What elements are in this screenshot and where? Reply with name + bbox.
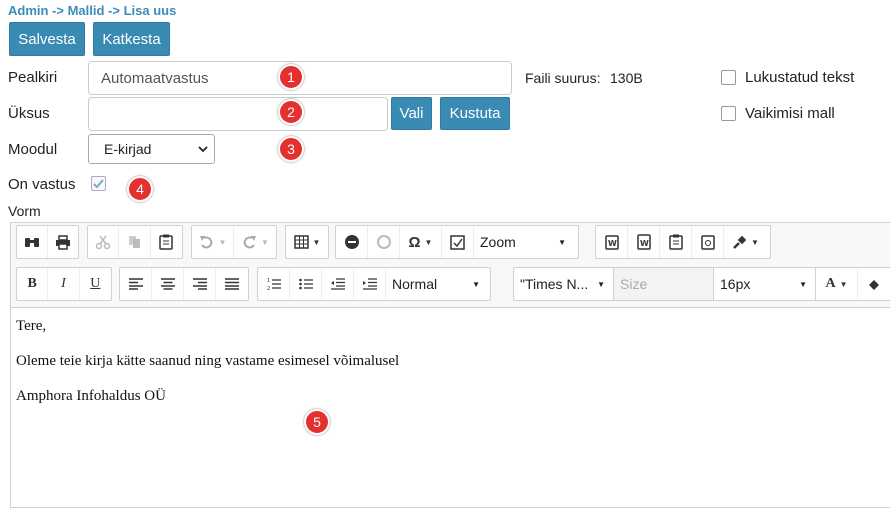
rich-text-editor[interactable]: ▼ ▼ ▼ Ω ▼ Zoom ▼ W W ▼ B I U 1 2 Normal … <box>10 222 890 508</box>
save-button[interactable]: Salvesta <box>9 22 85 56</box>
special-char-icon[interactable]: Ω ▼ <box>400 226 442 258</box>
bullet-list-icon[interactable] <box>290 268 322 300</box>
check-icon <box>93 179 104 189</box>
find-icon[interactable] <box>17 226 48 258</box>
annotation-badge-2: 2 <box>278 99 304 125</box>
background-color-icon[interactable] <box>858 268 890 300</box>
editor-line-body: Oleme teie kirja kätte saanud ning vasta… <box>16 353 400 369</box>
redo-icon[interactable]: ▼ <box>234 226 276 258</box>
align-left-icon[interactable] <box>120 268 152 300</box>
indent-icon[interactable] <box>354 268 386 300</box>
undo-icon[interactable]: ▼ <box>192 226 234 258</box>
cancel-button[interactable]: Katkesta <box>93 22 170 56</box>
annotation-badge-5: 5 <box>304 409 330 435</box>
svg-text:W: W <box>640 239 649 248</box>
chevron-down-icon: ▼ <box>799 280 807 289</box>
module-select[interactable]: E-kirjad <box>88 134 215 164</box>
annotation-badge-3: 3 <box>278 136 304 162</box>
editor-toolbar-top: ▼ ▼ ▼ Ω ▼ Zoom ▼ W W ▼ <box>11 223 890 266</box>
clipboard-icon[interactable] <box>692 226 724 258</box>
font-size-select[interactable]: 16px ▼ <box>714 268 816 300</box>
editor-content[interactable]: Tere, Oleme teie kirja kätte saanud ning… <box>16 318 399 423</box>
form-label: Vorm <box>8 203 41 219</box>
is-reply-checkbox[interactable] <box>91 176 106 191</box>
outdent-icon[interactable] <box>322 268 354 300</box>
bold-icon[interactable]: B <box>17 268 49 300</box>
link-icon[interactable] <box>336 226 368 258</box>
print-icon[interactable] <box>48 226 78 258</box>
delete-unit-button[interactable]: Kustuta <box>440 97 510 130</box>
zoom-select[interactable]: Zoom ▼ <box>474 226 574 258</box>
paste-word-alt-icon[interactable]: W <box>628 226 660 258</box>
is-reply-label: On vastus <box>8 176 76 193</box>
module-label: Moodul <box>8 141 58 158</box>
module-select-value: E-kirjad <box>104 141 152 157</box>
svg-text:1: 1 <box>267 278 270 284</box>
file-size-value: 130B <box>610 70 643 86</box>
paste-icon[interactable] <box>151 226 182 258</box>
cut-icon[interactable] <box>88 226 120 258</box>
editor-toolbar-bottom: B I U 12 Normal ▼ "Times N... ▼ Size 16p… <box>11 265 890 308</box>
copy-icon[interactable] <box>119 226 151 258</box>
text-color-icon[interactable]: A ▼ <box>816 268 858 300</box>
font-family-select[interactable]: "Times N... ▼ <box>514 268 614 300</box>
locked-text-label: Lukustatud tekst <box>745 69 855 86</box>
annotation-badge-1: 1 <box>278 64 304 90</box>
breadcrumb[interactable]: Admin -> Mallid -> Lisa uus <box>8 3 176 18</box>
locked-text-checkbox[interactable] <box>721 70 736 85</box>
paste-text-icon[interactable] <box>660 226 692 258</box>
table-icon[interactable]: ▼ <box>286 226 328 258</box>
default-template-checkbox[interactable] <box>721 106 736 121</box>
unit-label: Üksus <box>8 105 50 122</box>
default-template-label: Vaikimisi mall <box>745 105 835 122</box>
align-justify-icon[interactable] <box>216 268 248 300</box>
chevron-down-icon: ▼ <box>597 280 605 289</box>
align-right-icon[interactable] <box>184 268 216 300</box>
chevron-down-icon <box>198 144 208 156</box>
image-icon[interactable] <box>442 226 474 258</box>
file-size-label: Faili suurus: <box>525 70 601 86</box>
svg-text:W: W <box>608 239 617 248</box>
editor-line-signature: Amphora Infohaldus OÜ <box>16 388 166 404</box>
annotation-badge-4: 4 <box>127 176 153 202</box>
editor-line-greeting: Tere, <box>16 318 47 334</box>
svg-text:2: 2 <box>267 286 270 291</box>
format-select[interactable]: Normal ▼ <box>386 268 488 300</box>
title-label: Pealkiri <box>8 69 58 86</box>
font-family-value: "Times N... <box>520 276 589 292</box>
size-select[interactable]: Size <box>614 268 714 300</box>
paste-word-icon[interactable]: W <box>596 226 628 258</box>
chevron-down-icon: ▼ <box>558 238 566 247</box>
chevron-down-icon: ▼ <box>472 280 480 289</box>
unit-input[interactable] <box>88 97 388 131</box>
zoom-select-value: Zoom <box>480 234 516 250</box>
align-center-icon[interactable] <box>152 268 184 300</box>
choose-unit-button[interactable]: Vali <box>391 97 432 130</box>
underline-icon[interactable]: U <box>80 268 111 300</box>
italic-icon[interactable]: I <box>48 268 80 300</box>
format-select-value: Normal <box>392 276 438 292</box>
unlink-icon[interactable] <box>368 226 400 258</box>
font-size-value: 16px <box>720 276 751 292</box>
format-painter-icon[interactable]: ▼ <box>724 226 766 258</box>
size-select-placeholder: Size <box>620 276 648 292</box>
numbered-list-icon[interactable]: 12 <box>258 268 290 300</box>
title-input-value: Automaatvastus <box>101 69 209 87</box>
